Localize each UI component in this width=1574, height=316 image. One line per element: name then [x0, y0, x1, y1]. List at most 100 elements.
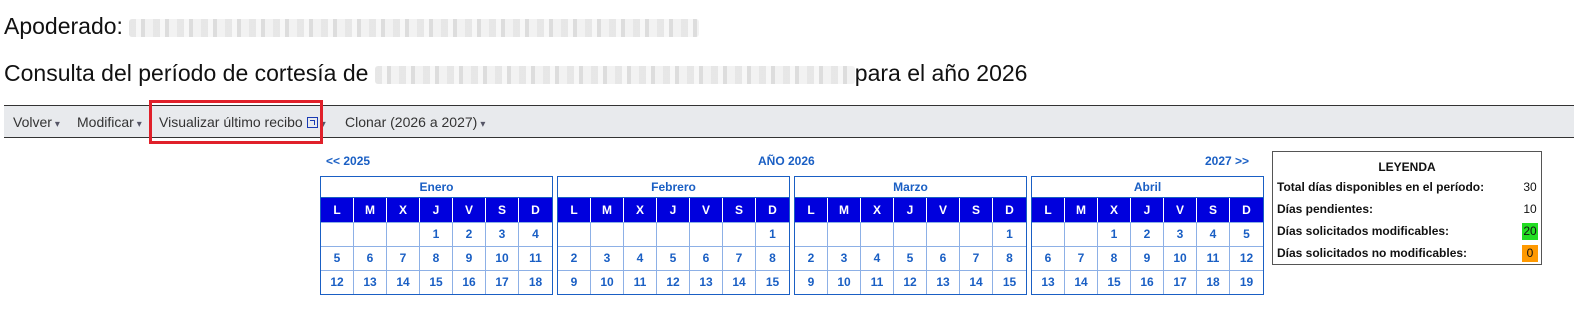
- weekday-header: J: [420, 198, 453, 222]
- day-cell[interactable]: 13: [690, 270, 723, 294]
- day-cell[interactable]: 6: [927, 246, 960, 270]
- day-cell[interactable]: 12: [657, 270, 690, 294]
- empty-day-cell: .: [354, 222, 387, 246]
- day-cell[interactable]: 2: [1131, 222, 1164, 246]
- day-cell[interactable]: 18: [1197, 270, 1230, 294]
- volver-button[interactable]: Volver ▾: [13, 114, 60, 130]
- empty-day-cell: .: [1065, 222, 1098, 246]
- day-cell[interactable]: 10: [591, 270, 624, 294]
- day-cell[interactable]: 15: [1098, 270, 1131, 294]
- page-title: Consulta del período de cortesía de para…: [4, 59, 1027, 87]
- highlight-box: [149, 100, 323, 144]
- day-cell[interactable]: 3: [486, 222, 519, 246]
- day-cell[interactable]: 1: [420, 222, 453, 246]
- day-cell[interactable]: 14: [1065, 270, 1098, 294]
- day-cell[interactable]: 17: [486, 270, 519, 294]
- day-cell[interactable]: 11: [624, 270, 657, 294]
- clonar-button[interactable]: Clonar (2026 a 2027) ▾: [345, 114, 485, 130]
- day-cell[interactable]: 1: [756, 222, 789, 246]
- day-cell[interactable]: 11: [1197, 246, 1230, 270]
- modificar-label: Modificar: [77, 114, 134, 130]
- weekday-header: X: [387, 198, 420, 222]
- day-cell[interactable]: 16: [1131, 270, 1164, 294]
- day-cell[interactable]: 3: [828, 246, 861, 270]
- day-cell[interactable]: 12: [894, 270, 927, 294]
- weekday-header: X: [861, 198, 894, 222]
- day-cell[interactable]: 8: [993, 246, 1026, 270]
- day-cell[interactable]: 9: [1131, 246, 1164, 270]
- day-cell[interactable]: 7: [960, 246, 993, 270]
- day-cell[interactable]: 10: [1164, 246, 1197, 270]
- day-cell[interactable]: 2: [558, 246, 591, 270]
- day-cell[interactable]: 7: [387, 246, 420, 270]
- next-year-link[interactable]: 2027 >>: [1205, 154, 1249, 168]
- day-cell[interactable]: 5: [894, 246, 927, 270]
- day-cell[interactable]: 5: [321, 246, 354, 270]
- day-cell[interactable]: 8: [756, 246, 789, 270]
- day-cell[interactable]: 6: [690, 246, 723, 270]
- day-cell[interactable]: 1: [993, 222, 1026, 246]
- day-cell[interactable]: 6: [354, 246, 387, 270]
- day-cell[interactable]: 4: [624, 246, 657, 270]
- day-cell[interactable]: 10: [828, 270, 861, 294]
- day-cell[interactable]: 19: [1230, 270, 1263, 294]
- day-cell[interactable]: 5: [1230, 222, 1263, 246]
- day-cell[interactable]: 12: [321, 270, 354, 294]
- weekday-header: M: [1065, 198, 1098, 222]
- weekday-header: D: [993, 198, 1026, 222]
- day-cell[interactable]: 12: [1230, 246, 1263, 270]
- day-cell[interactable]: 5: [657, 246, 690, 270]
- arrow-down-icon: ▾: [54, 119, 60, 130]
- legend-title: LEYENDA: [1378, 160, 1436, 174]
- empty-day-cell: .: [690, 222, 723, 246]
- day-cell[interactable]: 4: [519, 222, 552, 246]
- day-cell[interactable]: 8: [420, 246, 453, 270]
- day-cell[interactable]: 9: [453, 246, 486, 270]
- day-cell[interactable]: 7: [1065, 246, 1098, 270]
- day-cell[interactable]: 9: [795, 270, 828, 294]
- day-cell[interactable]: 6: [1032, 246, 1065, 270]
- empty-day-cell: .: [723, 222, 756, 246]
- empty-day-cell: .: [624, 222, 657, 246]
- day-cell[interactable]: 3: [591, 246, 624, 270]
- day-cell[interactable]: 2: [795, 246, 828, 270]
- day-cell[interactable]: 13: [927, 270, 960, 294]
- day-cell[interactable]: 11: [861, 270, 894, 294]
- month-title: Marzo: [795, 177, 1026, 198]
- day-cell[interactable]: 14: [387, 270, 420, 294]
- arrow-down-icon: ▾: [480, 119, 486, 130]
- day-cell[interactable]: 15: [420, 270, 453, 294]
- day-cell[interactable]: 2: [453, 222, 486, 246]
- day-cell[interactable]: 4: [1197, 222, 1230, 246]
- weekday-header: S: [1197, 198, 1230, 222]
- day-cell[interactable]: 1: [1098, 222, 1131, 246]
- weekday-header: L: [558, 198, 591, 222]
- day-cell[interactable]: 15: [993, 270, 1026, 294]
- year-title: AÑO 2026: [758, 154, 815, 168]
- day-cell[interactable]: 14: [723, 270, 756, 294]
- weekday-header: L: [321, 198, 354, 222]
- modificar-button[interactable]: Modificar ▾: [77, 114, 142, 130]
- day-cell[interactable]: 4: [861, 246, 894, 270]
- day-cell[interactable]: 14: [960, 270, 993, 294]
- day-cell[interactable]: 11: [519, 246, 552, 270]
- day-cell[interactable]: 13: [1032, 270, 1065, 294]
- day-cell[interactable]: 15: [756, 270, 789, 294]
- weekday-header: V: [927, 198, 960, 222]
- day-cell[interactable]: 16: [453, 270, 486, 294]
- weekday-header: L: [795, 198, 828, 222]
- day-cell[interactable]: 18: [519, 270, 552, 294]
- empty-day-cell: .: [828, 222, 861, 246]
- day-cell[interactable]: 17: [1164, 270, 1197, 294]
- weekday-header: V: [453, 198, 486, 222]
- empty-day-cell: .: [795, 222, 828, 246]
- month-febrero: FebreroLMXJVSD......12345678910111213141…: [557, 176, 790, 295]
- prev-year-link[interactable]: << 2025: [326, 154, 370, 168]
- day-cell[interactable]: 9: [558, 270, 591, 294]
- legend-box: LEYENDA Total días disponibles en el per…: [1272, 151, 1542, 265]
- day-cell[interactable]: 13: [354, 270, 387, 294]
- day-cell[interactable]: 7: [723, 246, 756, 270]
- day-cell[interactable]: 8: [1098, 246, 1131, 270]
- day-cell[interactable]: 3: [1164, 222, 1197, 246]
- day-cell[interactable]: 10: [486, 246, 519, 270]
